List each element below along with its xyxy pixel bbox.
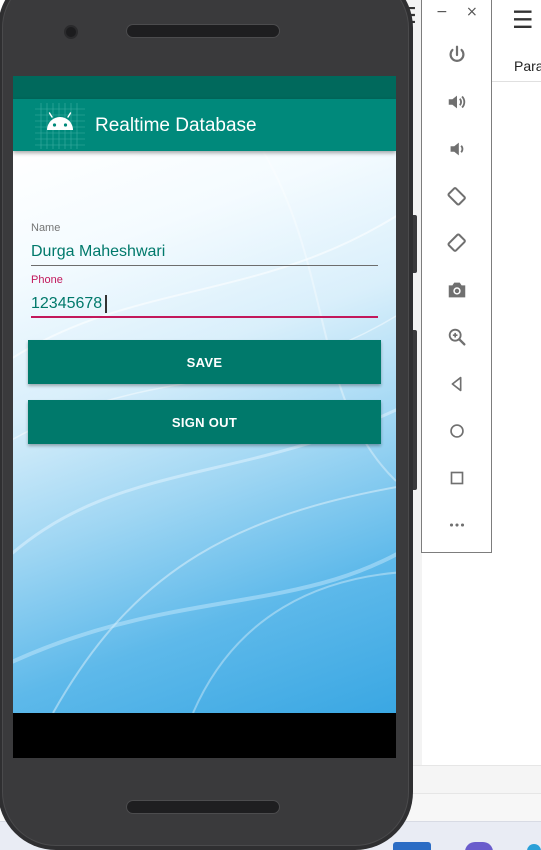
emulator-toolbar: − × xyxy=(421,0,492,553)
back-button[interactable] xyxy=(422,366,491,402)
sign-out-button[interactable]: SIGN OUT xyxy=(28,400,381,444)
name-input[interactable] xyxy=(31,239,378,265)
front-camera xyxy=(64,25,78,39)
more-icon xyxy=(449,523,464,527)
ide-partial-label: Para xyxy=(514,58,541,74)
overview-icon xyxy=(450,471,463,485)
screenshot-button[interactable] xyxy=(422,272,491,308)
phone-input[interactable] xyxy=(31,291,121,317)
volume-up-button[interactable] xyxy=(422,84,491,120)
rotate-left-button[interactable] xyxy=(422,178,491,214)
taskbar-app-icon[interactable] xyxy=(393,842,431,850)
rotate-right-icon xyxy=(446,233,466,252)
minimize-icon[interactable]: − xyxy=(436,4,448,20)
name-label: Name xyxy=(31,222,61,234)
bottom-speaker xyxy=(126,800,280,814)
phone-screen: Realtime Database Name Phone SAVE SIGN O… xyxy=(13,76,396,758)
close-icon[interactable]: × xyxy=(466,4,478,20)
taskbar-app-icon[interactable] xyxy=(527,844,541,850)
desktop: ☰ ☰ Para − × xyxy=(0,0,541,850)
volume-down-icon xyxy=(450,142,463,156)
ide-hamburger-icon[interactable]: ☰ xyxy=(512,6,534,34)
back-icon xyxy=(451,376,461,392)
zoom-icon xyxy=(448,328,466,346)
navigation-bar xyxy=(13,713,396,758)
home-icon xyxy=(449,424,464,438)
app-bar: Realtime Database xyxy=(13,99,396,151)
text-cursor xyxy=(105,295,107,313)
name-underline xyxy=(31,265,378,266)
zoom-button[interactable] xyxy=(422,319,491,355)
rotate-right-button[interactable] xyxy=(422,225,491,261)
camera-icon xyxy=(448,282,465,298)
home-button[interactable] xyxy=(422,413,491,449)
more-button[interactable] xyxy=(422,507,491,543)
overview-button[interactable] xyxy=(422,460,491,496)
top-speaker xyxy=(126,24,280,38)
phone-underline xyxy=(31,316,378,318)
save-button[interactable]: SAVE xyxy=(28,340,381,384)
taskbar-app-icon[interactable] xyxy=(465,842,493,850)
form-content: Name Phone SAVE SIGN OUT xyxy=(13,151,396,713)
phone-label: Phone xyxy=(31,274,63,286)
power-button[interactable] xyxy=(422,37,491,73)
power-icon xyxy=(449,45,464,62)
volume-down-button[interactable] xyxy=(422,131,491,167)
status-bar xyxy=(13,76,396,99)
rotate-left-icon xyxy=(446,187,466,206)
android-icon xyxy=(35,103,85,149)
volume-up-icon xyxy=(448,95,465,109)
app-title: Realtime Database xyxy=(95,115,257,136)
